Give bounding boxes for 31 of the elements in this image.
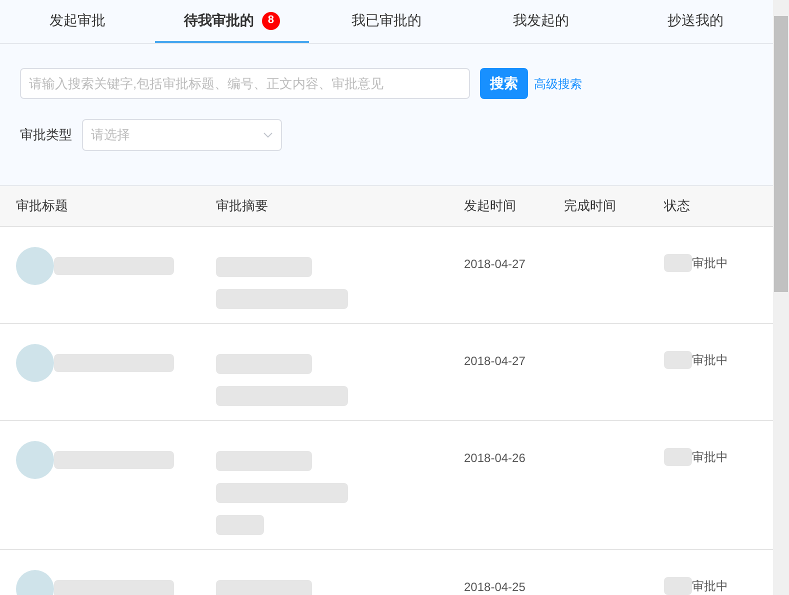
redacted-block (664, 448, 692, 466)
date-cell-text: 2018-04-25 (463, 579, 526, 595)
avatar (16, 247, 54, 285)
tab[interactable]: 我发起的 (464, 0, 618, 43)
column-header: 审批标题 (15, 197, 69, 216)
status-cell-text: 审批中 (692, 449, 728, 466)
status-cell-text: 审批中 (692, 255, 728, 272)
column-header: 发起时间 (463, 197, 517, 216)
redacted-block (664, 351, 692, 369)
status-cell-text: 审批中 (692, 352, 728, 369)
tab[interactable]: 抄送我的 (618, 0, 773, 43)
scrollbar-thumb[interactable] (774, 16, 788, 292)
column-header: 审批摘要 (215, 197, 269, 216)
date-cell-text: 2018-04-27 (463, 256, 526, 273)
count-badge: 8 (262, 12, 280, 30)
date-cell-text: 2018-04-26 (463, 450, 526, 467)
search-field[interactable]: 请输入搜索关键字,包括审批标题、编号、正文内容、审批意见 (20, 68, 470, 99)
date-cell-text: 2018-04-27 (463, 353, 526, 370)
avatar (16, 441, 54, 479)
column-header: 状态 (662, 197, 691, 216)
scrollbar[interactable] (773, 0, 789, 595)
column-header: 完成时间 (563, 197, 617, 216)
redacted-block (664, 254, 692, 272)
status-cell-text: 审批中 (692, 578, 728, 595)
redacted-block (216, 515, 264, 535)
chevron-down-icon (263, 132, 273, 138)
tab[interactable]: 我已审批的 (309, 0, 464, 43)
filter-label: 审批类型 (20, 126, 72, 144)
tab[interactable]: 待我审批的 8 (154, 0, 310, 43)
tab[interactable]: 发起审批 (0, 0, 155, 43)
avatar (16, 344, 54, 382)
